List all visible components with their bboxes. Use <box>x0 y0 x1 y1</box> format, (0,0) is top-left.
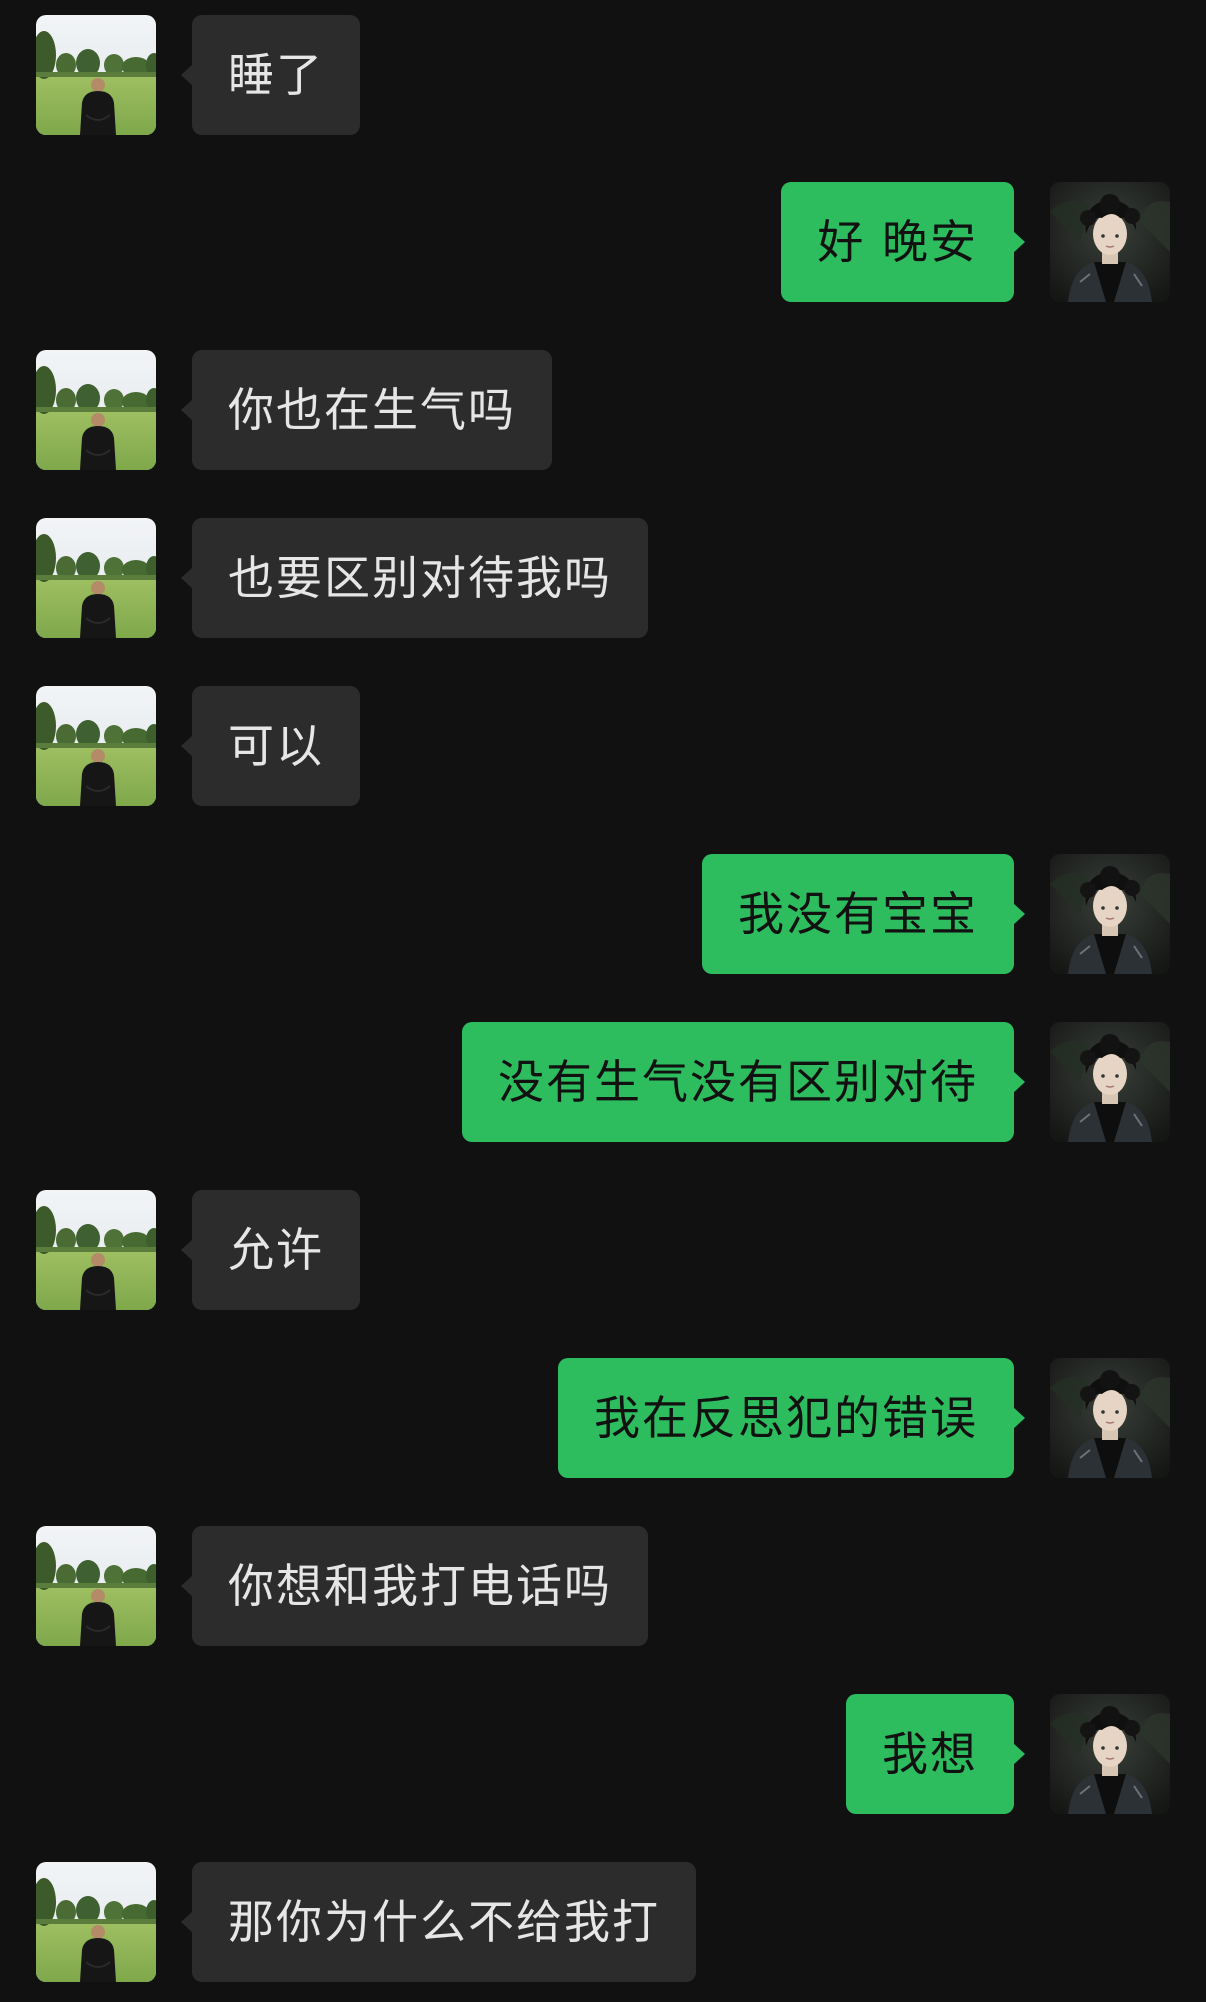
message-row-outgoing: 好 晚安 <box>0 182 1206 302</box>
message-row-incoming: 你想和我打电话吗 <box>0 1526 1206 1646</box>
dark-portrait-avatar-icon <box>1050 1694 1170 1814</box>
incoming-message-bubble[interactable]: 那你为什么不给我打 <box>181 1862 696 1982</box>
self-avatar[interactable] <box>1050 182 1170 302</box>
message-row-outgoing: 没有生气没有区别对待 <box>0 1022 1206 1142</box>
outgoing-message-bubble[interactable]: 我想 <box>846 1694 1025 1814</box>
self-avatar[interactable] <box>1050 1358 1170 1478</box>
self-avatar[interactable] <box>1050 854 1170 974</box>
contact-avatar[interactable] <box>36 15 156 135</box>
contact-avatar[interactable] <box>36 1862 156 1982</box>
contact-avatar[interactable] <box>36 1190 156 1310</box>
incoming-message-bubble[interactable]: 你想和我打电话吗 <box>181 1526 648 1646</box>
message-row-incoming: 允许 <box>0 1190 1206 1310</box>
contact-avatar[interactable] <box>36 686 156 806</box>
grass-field-person-avatar-icon <box>36 1190 156 1310</box>
dark-portrait-avatar-icon <box>1050 854 1170 974</box>
dark-portrait-avatar-icon <box>1050 1022 1170 1142</box>
incoming-message-bubble[interactable]: 允许 <box>181 1190 360 1310</box>
dark-portrait-avatar-icon <box>1050 1358 1170 1478</box>
incoming-message-bubble[interactable]: 也要区别对待我吗 <box>181 518 648 638</box>
incoming-message-bubble[interactable]: 可以 <box>181 686 360 806</box>
chat-message-list[interactable]: 睡了 好 晚安 你也在生气吗 也要区别对待我吗 可以 我没有宝宝 没有生气没有区… <box>0 0 1206 2002</box>
self-avatar[interactable] <box>1050 1022 1170 1142</box>
contact-avatar[interactable] <box>36 518 156 638</box>
outgoing-message-bubble[interactable]: 好 晚安 <box>781 182 1025 302</box>
grass-field-person-avatar-icon <box>36 686 156 806</box>
incoming-message-bubble[interactable]: 你也在生气吗 <box>181 350 552 470</box>
grass-field-person-avatar-icon <box>36 15 156 135</box>
outgoing-message-bubble[interactable]: 没有生气没有区别对待 <box>462 1022 1025 1142</box>
message-row-incoming: 那你为什么不给我打 <box>0 1862 1206 1982</box>
message-row-incoming: 可以 <box>0 686 1206 806</box>
message-row-incoming: 你也在生气吗 <box>0 350 1206 470</box>
grass-field-person-avatar-icon <box>36 1862 156 1982</box>
incoming-message-bubble[interactable]: 睡了 <box>181 15 360 135</box>
message-row-incoming: 睡了 <box>0 15 1206 135</box>
contact-avatar[interactable] <box>36 350 156 470</box>
grass-field-person-avatar-icon <box>36 518 156 638</box>
message-row-outgoing: 我没有宝宝 <box>0 854 1206 974</box>
message-row-incoming: 也要区别对待我吗 <box>0 518 1206 638</box>
dark-portrait-avatar-icon <box>1050 182 1170 302</box>
self-avatar[interactable] <box>1050 1694 1170 1814</box>
message-row-outgoing: 我想 <box>0 1694 1206 1814</box>
grass-field-person-avatar-icon <box>36 350 156 470</box>
outgoing-message-bubble[interactable]: 我在反思犯的错误 <box>558 1358 1025 1478</box>
contact-avatar[interactable] <box>36 1526 156 1646</box>
outgoing-message-bubble[interactable]: 我没有宝宝 <box>702 854 1025 974</box>
grass-field-person-avatar-icon <box>36 1526 156 1646</box>
message-row-outgoing: 我在反思犯的错误 <box>0 1358 1206 1478</box>
